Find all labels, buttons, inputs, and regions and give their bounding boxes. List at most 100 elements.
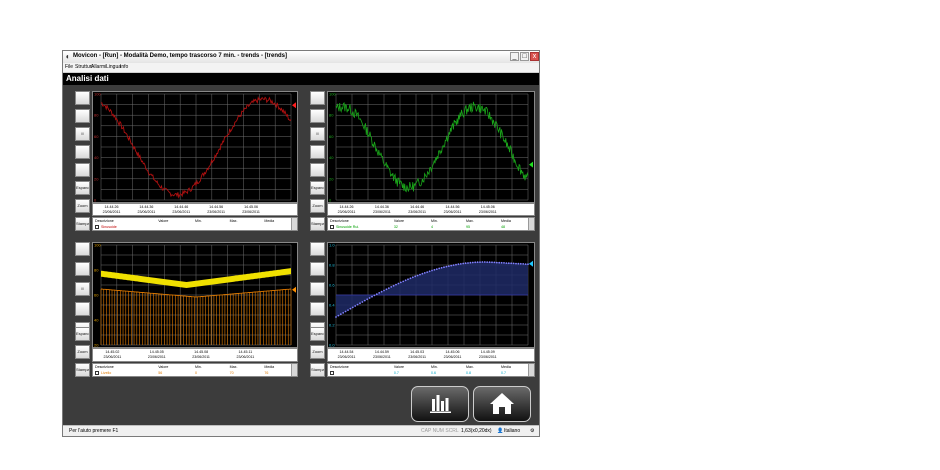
menu-file[interactable]: File — [65, 63, 73, 72]
date-tick-label: 23/06/2011 — [242, 210, 260, 214]
chart-button[interactable] — [411, 386, 469, 422]
trend3-forward-button[interactable] — [75, 302, 90, 316]
date-tick-label: 23/06/2011 — [337, 210, 356, 214]
trend4-forward-button[interactable] — [310, 302, 325, 316]
legend-header: Min. — [431, 365, 438, 369]
legend-scrollbar[interactable] — [291, 364, 297, 376]
date-tick-label: 23/06/2011 — [372, 355, 391, 359]
gear-icon[interactable]: ⚙ — [530, 427, 534, 436]
legend-value: 0.7 — [393, 371, 399, 375]
legend-checkbox[interactable] — [95, 371, 99, 375]
trend4-point — [498, 261, 501, 264]
date-tick-label: 23/06/2011 — [408, 210, 427, 214]
trend1-time-axis: 14.44.26 23/06/2011 14.44.36 23/06/2011 14.4… — [92, 203, 298, 216]
legend-header: Media — [264, 365, 275, 369]
trend2-back-button[interactable] — [310, 109, 325, 123]
trend4-point — [479, 261, 481, 263]
time-tick-label: 14.44.46 — [410, 205, 425, 209]
menu-info[interactable]: Info — [120, 63, 128, 72]
legend-checkbox[interactable] — [330, 371, 334, 375]
trend4-point — [471, 261, 474, 264]
date-tick-label: 23/06/2011 — [478, 355, 497, 359]
trend3-back-button[interactable] — [75, 262, 90, 276]
time-tick-label: 14.45.11 — [238, 350, 253, 354]
trend1-print-button[interactable]: Stampa — [75, 217, 90, 231]
trend4-scroll-left-button[interactable] — [310, 242, 325, 256]
menu-strutturi[interactable]: Strutturi — [75, 63, 93, 72]
trend4-point — [373, 294, 376, 297]
trend4-point — [342, 312, 345, 314]
language-indicator[interactable]: Italiano — [504, 427, 520, 436]
trend4-point — [419, 273, 421, 276]
trend4-point — [512, 262, 515, 265]
app-icon: ◐ — [65, 52, 71, 61]
trend1-expand-button[interactable]: Espandi — [75, 181, 90, 195]
menu-lingua[interactable]: Lingua — [106, 63, 121, 72]
trend3-plot[interactable]: 100 80 60 40 20 — [92, 242, 298, 348]
trend2-plot[interactable]: 100 80 60 40 20 0 — [327, 91, 535, 203]
trend1-scroll-right-button[interactable] — [75, 163, 90, 177]
trend3-expand-button[interactable]: Espandi — [75, 327, 90, 341]
trend4-point — [421, 272, 424, 275]
time-tick-label: 14.44.56 — [209, 205, 224, 209]
trend4-point — [363, 299, 366, 302]
trend4-point — [527, 263, 529, 266]
trend1-pause-button[interactable]: II — [75, 127, 90, 141]
trend2-expand-button[interactable]: Espandi — [310, 181, 325, 195]
trend1-forward-button[interactable] — [75, 145, 90, 159]
home-button[interactable] — [473, 386, 531, 422]
trend2-scroll-right-button[interactable] — [310, 163, 325, 177]
y-tick-label: 60 — [94, 293, 99, 298]
trend3-print-button[interactable]: Stampa — [75, 363, 90, 377]
trend1-plot[interactable]: 100 80 60 40 20 0 — [92, 91, 298, 203]
trend4-pause-button[interactable] — [310, 282, 325, 296]
trend2-zoom-button[interactable]: Zoom — [310, 199, 325, 213]
trend4-point — [335, 316, 337, 318]
trend1-scroll-left-button[interactable] — [75, 91, 90, 105]
trend4-zoom-button[interactable]: Zoom — [310, 345, 325, 359]
legend-value: 56 — [158, 371, 163, 375]
menu-allarmi[interactable]: Allarmi — [91, 63, 106, 72]
trend4-point — [351, 306, 354, 309]
trend4-plot[interactable]: 1.0 0.8 0.6 0.4 0.2 0.0 — [327, 242, 535, 348]
trend3-zoom-button[interactable]: Zoom — [75, 345, 90, 359]
legend-scrollbar[interactable] — [291, 218, 297, 230]
trend1-back-button[interactable] — [75, 109, 90, 123]
maximize-button[interactable]: □ — [520, 52, 529, 61]
close-button[interactable]: x — [530, 52, 539, 61]
trend4-point — [366, 298, 369, 301]
trend2-forward-button[interactable] — [310, 145, 325, 159]
time-tick-label: 14.44.56 — [445, 205, 460, 209]
trend4-back-button[interactable] — [310, 262, 325, 276]
trend4-chart-svg: 1.0 0.8 0.6 0.4 0.2 0.0 — [329, 243, 533, 347]
keyboard-indicators: CAP NUM SCRL — [421, 428, 459, 434]
trend4-print-button[interactable]: Stampa — [310, 363, 325, 377]
trend3-pause-button[interactable]: II — [75, 282, 90, 296]
legend-header: Media — [264, 219, 275, 223]
trend2-legend: Descrizione Valore Min. Max. Media Sinusoide … — [327, 217, 535, 231]
legend-header: Min. — [431, 219, 438, 223]
legend-scrollbar[interactable] — [528, 218, 534, 230]
trend4-point — [464, 262, 467, 265]
legend-header: Min. — [195, 219, 202, 223]
legend-header: Min. — [195, 365, 202, 369]
legend-checkbox[interactable] — [95, 225, 99, 229]
legend-checkbox[interactable] — [330, 225, 334, 229]
bar-chart-icon — [430, 395, 451, 413]
date-tick-label: 23/06/2011 — [102, 210, 121, 214]
trend3-scroll-left-button[interactable] — [75, 242, 90, 256]
trend4-point — [491, 261, 493, 264]
legend-scrollbar[interactable] — [528, 364, 534, 376]
minimize-button[interactable]: _ — [510, 52, 519, 61]
trend2-scroll-left-button[interactable] — [310, 91, 325, 105]
trend1-zoom-button[interactable]: Zoom — [75, 199, 90, 213]
trend4-point — [375, 293, 378, 296]
menu-bar: File Strutturi Allarmi Lingua Info — [63, 63, 539, 73]
trend4-expand-button[interactable]: Espandi — [310, 327, 325, 341]
trend4-point — [371, 295, 373, 298]
trend2-pause-button[interactable]: II — [310, 127, 325, 141]
trend4-point — [443, 266, 445, 269]
trend4-point — [337, 314, 340, 317]
trend1-legend: Descrizione Valore Min. Max. Media Sinusoide — [92, 217, 298, 231]
trend2-print-button[interactable]: Stampa — [310, 217, 325, 231]
